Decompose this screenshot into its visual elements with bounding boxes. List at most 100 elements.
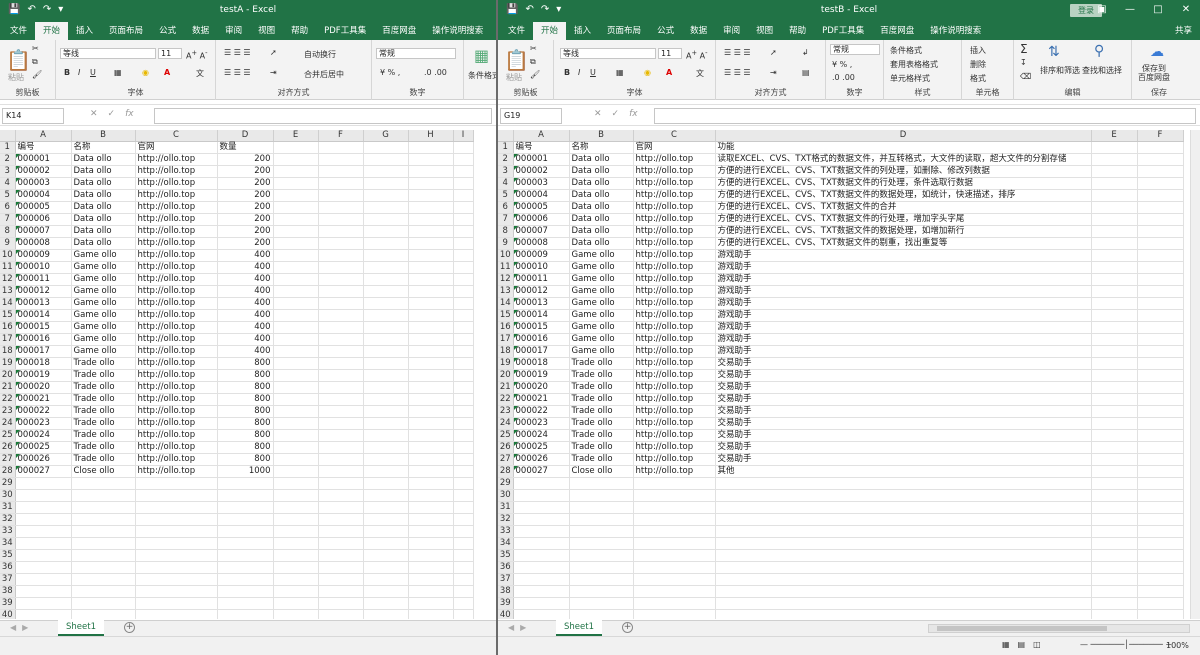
cell[interactable] xyxy=(273,261,319,275)
cell[interactable] xyxy=(217,477,274,491)
cell[interactable]: http://ollo.top xyxy=(135,285,218,299)
cell[interactable] xyxy=(1137,201,1184,215)
cell[interactable] xyxy=(363,321,409,335)
save-to-baidu-button[interactable]: 保存到 百度网盘 xyxy=(1138,64,1170,82)
cell[interactable] xyxy=(1137,573,1184,587)
cell[interactable] xyxy=(71,501,136,515)
cell[interactable] xyxy=(408,453,454,467)
cell[interactable] xyxy=(273,525,319,539)
conditional-format-button[interactable]: 条件格式 xyxy=(468,70,496,81)
cell[interactable] xyxy=(453,309,474,323)
cell[interactable] xyxy=(15,489,72,503)
cell[interactable]: 000007 xyxy=(15,225,72,239)
row-header[interactable]: 6 xyxy=(498,201,514,215)
decimal-icon[interactable]: .0 .00 xyxy=(832,73,855,82)
cell[interactable] xyxy=(453,561,474,575)
cell[interactable] xyxy=(1137,369,1184,383)
cell[interactable] xyxy=(453,597,474,611)
ribbon-tab[interactable]: 帮助 xyxy=(781,22,814,40)
cell[interactable] xyxy=(318,405,364,419)
cell[interactable] xyxy=(408,597,454,611)
cell[interactable] xyxy=(453,393,474,407)
cell[interactable]: 000027 xyxy=(513,465,570,479)
cut-icon[interactable]: ✂ xyxy=(530,44,537,53)
cell[interactable] xyxy=(513,561,570,575)
cell[interactable]: 000015 xyxy=(513,321,570,335)
cell[interactable] xyxy=(363,225,409,239)
cell[interactable] xyxy=(15,477,72,491)
cell[interactable] xyxy=(569,585,634,599)
row-header[interactable]: 7 xyxy=(498,213,514,227)
cell[interactable] xyxy=(318,609,364,619)
underline-icon[interactable]: U xyxy=(90,68,96,77)
cell[interactable] xyxy=(363,489,409,503)
cell[interactable]: Trade ollo xyxy=(569,381,634,395)
row-header[interactable]: 29 xyxy=(498,477,514,491)
cell[interactable] xyxy=(453,285,474,299)
cell[interactable]: 000013 xyxy=(15,297,72,311)
cell[interactable] xyxy=(1137,321,1184,335)
cell[interactable] xyxy=(1091,477,1138,491)
cell[interactable]: 000008 xyxy=(513,237,570,251)
paste-icon[interactable]: 📋 xyxy=(504,48,529,72)
row-header[interactable]: 27 xyxy=(0,453,16,467)
cell[interactable] xyxy=(1091,261,1138,275)
cell[interactable] xyxy=(408,225,454,239)
cell[interactable]: 000010 xyxy=(513,261,570,275)
cell[interactable]: 000006 xyxy=(513,213,570,227)
column-header[interactable]: F xyxy=(318,130,364,143)
column-header[interactable]: E xyxy=(1091,130,1138,143)
number-format-select[interactable]: 常规 xyxy=(830,44,880,55)
cell[interactable]: Trade ollo xyxy=(569,441,634,455)
cell[interactable] xyxy=(513,489,570,503)
cell[interactable]: http://ollo.top xyxy=(633,381,716,395)
cell[interactable] xyxy=(318,393,364,407)
cell[interactable]: 000025 xyxy=(513,441,570,455)
cell[interactable] xyxy=(273,417,319,431)
cell[interactable] xyxy=(318,369,364,383)
row-header[interactable]: 10 xyxy=(0,249,16,263)
cell[interactable] xyxy=(513,597,570,611)
cell[interactable] xyxy=(363,213,409,227)
row-header[interactable]: 11 xyxy=(0,261,16,275)
border-icon[interactable]: ▦ xyxy=(616,68,624,77)
ribbon-tab[interactable]: 插入 xyxy=(566,22,599,40)
cell[interactable] xyxy=(453,513,474,527)
cell[interactable] xyxy=(1091,297,1138,311)
cell[interactable] xyxy=(318,141,364,155)
row-header[interactable]: 2 xyxy=(498,153,514,167)
ribbon-tab[interactable]: 文件 xyxy=(2,22,35,40)
cell[interactable] xyxy=(318,453,364,467)
cell[interactable]: 交易助手 xyxy=(715,369,1092,383)
cell[interactable] xyxy=(273,297,319,311)
cell[interactable] xyxy=(273,249,319,263)
cell[interactable] xyxy=(363,177,409,191)
cell[interactable]: 000024 xyxy=(15,429,72,443)
cell[interactable]: 400 xyxy=(217,333,274,347)
cell[interactable]: 200 xyxy=(217,189,274,203)
cell[interactable] xyxy=(217,501,274,515)
cell[interactable] xyxy=(273,441,319,455)
row-header[interactable]: 38 xyxy=(498,585,514,599)
cell[interactable]: Data ollo xyxy=(569,213,634,227)
cell[interactable] xyxy=(453,585,474,599)
cell[interactable] xyxy=(1091,225,1138,239)
cell[interactable] xyxy=(1091,273,1138,287)
cell[interactable] xyxy=(408,153,454,167)
cell[interactable] xyxy=(715,537,1092,551)
cell[interactable]: 000002 xyxy=(15,165,72,179)
insert-cells-button[interactable]: 插入 xyxy=(970,45,986,56)
name-box[interactable]: G19 xyxy=(500,108,562,124)
cell[interactable] xyxy=(408,297,454,311)
row-header[interactable]: 16 xyxy=(0,321,16,335)
cell[interactable] xyxy=(569,561,634,575)
cell[interactable] xyxy=(1137,309,1184,323)
wrap-text-icon[interactable]: ↲ xyxy=(802,48,809,57)
cell[interactable] xyxy=(1091,429,1138,443)
cell[interactable] xyxy=(633,597,716,611)
italic-icon[interactable]: I xyxy=(78,68,80,77)
cell[interactable]: 交易助手 xyxy=(715,429,1092,443)
cell[interactable] xyxy=(71,561,136,575)
ribbon-tab[interactable]: 文件 xyxy=(500,22,533,40)
row-header[interactable]: 25 xyxy=(498,429,514,443)
